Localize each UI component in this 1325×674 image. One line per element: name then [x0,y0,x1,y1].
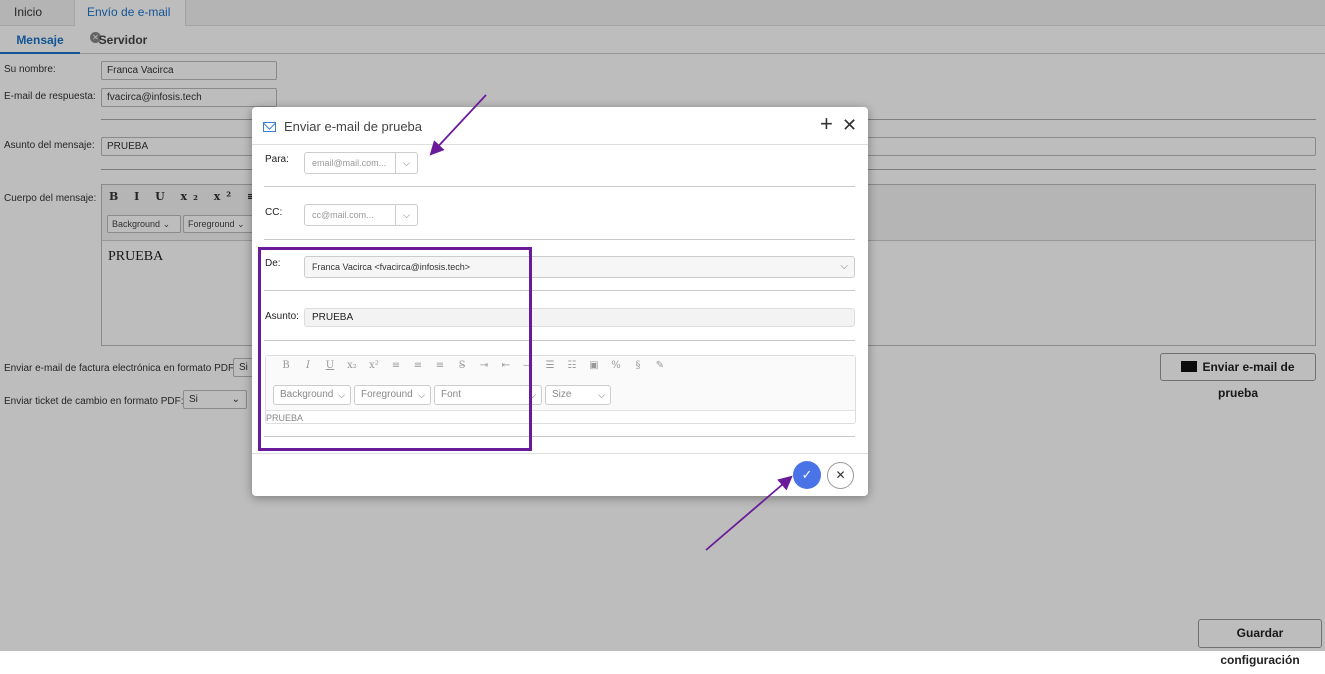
select-label: Size [552,389,572,400]
plus-icon[interactable]: + [820,113,833,135]
unlink-icon[interactable]: § [627,360,649,371]
divider [264,186,855,187]
close-icon: ✕ [835,468,846,482]
para-placeholder: email@mail.com... [312,158,387,168]
size-select[interactable]: Size ⌵ [545,385,611,405]
chevron-down-icon: ⌵ [598,390,605,400]
ordered-list-icon[interactable]: ☰ [539,360,561,371]
divider [264,239,855,240]
link-icon[interactable]: % [605,360,627,371]
cc-label: CC: [265,207,283,218]
cc-input[interactable]: cc@mail.com... ⌵ [304,204,418,226]
chevron-down-icon[interactable]: ⌵ [395,205,417,225]
envelope-icon [263,122,276,132]
close-icon[interactable]: ✕ [842,115,857,135]
cancel-button[interactable]: ✕ [827,462,854,489]
modal-title: Enviar e-mail de prueba [284,119,423,134]
modal-header: Enviar e-mail de prueba + ✕ [252,107,868,145]
check-icon: ✓ [801,467,813,482]
eraser-icon[interactable]: ✎ [649,360,671,371]
para-label: Para: [265,154,289,165]
chevron-down-icon[interactable]: ⌵ [395,153,417,173]
annotation-highlight-box [258,247,532,451]
confirm-button[interactable]: ✓ [793,461,821,489]
image-icon[interactable]: ▣ [583,360,605,371]
cc-placeholder: cc@mail.com... [312,210,374,220]
modal-footer [252,453,868,496]
para-input[interactable]: email@mail.com... ⌵ [304,152,418,174]
chevron-down-icon: ⌵ [840,261,848,272]
unordered-list-icon[interactable]: ☷ [561,360,583,371]
